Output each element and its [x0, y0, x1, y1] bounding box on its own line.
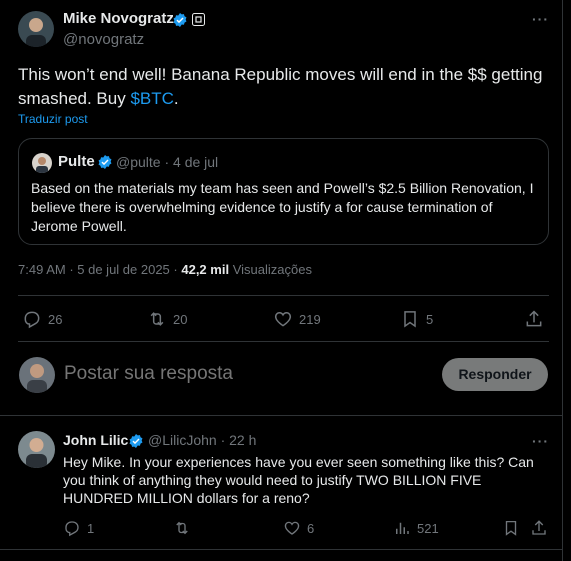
more-options-icon[interactable]: ··· — [532, 11, 549, 27]
comment-like-count: 6 — [307, 520, 315, 536]
translate-post-link[interactable]: Traduzir post — [18, 112, 88, 126]
quoted-author-name: Pulte — [58, 153, 95, 170]
repost-button[interactable]: 20 — [147, 309, 187, 329]
tweet-text-body: This won’t end well! Banana Republic mov… — [18, 65, 543, 108]
quoted-tweet-text: Based on the materials my team has seen … — [31, 180, 534, 234]
comment-like-button[interactable]: 6 — [283, 519, 314, 537]
comment-handle-time[interactable]: @LilicJohn · 22 h — [148, 432, 256, 448]
divider — [18, 341, 549, 342]
views-count: 42,2 mil — [181, 262, 230, 277]
comment-author-avatar[interactable] — [18, 431, 55, 468]
cashtag-link[interactable]: $BTC — [130, 89, 173, 108]
tweet-text-end: . — [173, 89, 179, 108]
divider — [0, 549, 563, 550]
divider — [0, 415, 563, 416]
reply-count: 26 — [48, 311, 63, 327]
share-button[interactable] — [524, 309, 544, 329]
tweet-time[interactable]: 7:49 AM — [18, 262, 66, 277]
affiliate-badge-icon — [192, 13, 205, 26]
reply-input[interactable] — [64, 363, 424, 385]
comment-author-name[interactable]: John Lilic — [63, 432, 128, 448]
like-button[interactable]: 219 — [273, 309, 321, 329]
quoted-handle-date: @pulte · 4 de jul — [116, 154, 219, 170]
comment-reply-count: 1 — [87, 520, 95, 536]
comment-views-count: 521 — [417, 520, 439, 536]
comment-more-options-icon[interactable]: ··· — [532, 433, 549, 449]
bookmark-icon — [505, 520, 517, 536]
like-count: 219 — [299, 311, 321, 327]
divider — [18, 295, 549, 296]
user-avatar[interactable] — [19, 357, 55, 393]
comment-text: Hey Mike. In your experiences have you e… — [63, 454, 534, 506]
verified-badge-icon — [98, 155, 112, 169]
comment-reply-button[interactable]: 1 — [63, 519, 94, 537]
bookmark-count: 5 — [426, 311, 434, 327]
quoted-author-avatar — [32, 153, 52, 173]
views-label: Visualizações — [232, 262, 312, 277]
views-chart-icon — [396, 522, 409, 534]
comment-bookmark-button[interactable] — [502, 519, 520, 537]
comment-repost-button[interactable] — [173, 519, 191, 537]
bookmark-icon — [404, 311, 416, 328]
share-icon — [526, 310, 542, 327]
comment-share-button[interactable] — [530, 519, 548, 537]
verified-badge-icon — [173, 13, 187, 27]
author-avatar[interactable] — [18, 11, 54, 47]
bookmark-button[interactable]: 5 — [400, 309, 433, 329]
author-handle[interactable]: @novogratz — [63, 31, 144, 48]
tweet-detail: Mike Novogratz @novogratz ··· This won’t… — [0, 0, 563, 561]
reply-icon — [65, 521, 79, 537]
author-name[interactable]: Mike Novogratz — [63, 10, 174, 27]
tweet-timestamp-views: 7:49 AM · 5 de jul de 2025 · 42,2 mil Vi… — [18, 262, 312, 277]
verified-badge-icon — [129, 434, 143, 448]
comment-views-button[interactable]: 521 — [393, 519, 439, 537]
reply-icon — [24, 311, 40, 329]
scrollbar[interactable] — [563, 0, 571, 561]
reply-submit-button[interactable]: Responder — [442, 358, 548, 391]
share-icon — [532, 520, 546, 535]
heart-icon — [284, 521, 300, 535]
tweet-text: This won’t end well! Banana Republic mov… — [18, 63, 548, 111]
quoted-tweet[interactable]: Pulte @pulte · 4 de jul Based on the mat… — [18, 138, 549, 245]
repost-icon — [150, 312, 164, 326]
reply-button[interactable]: 26 — [22, 309, 62, 329]
repost-icon — [176, 521, 188, 535]
tweet-date[interactable]: 5 de jul de 2025 — [77, 262, 170, 277]
repost-count: 20 — [173, 311, 188, 327]
heart-icon — [274, 311, 292, 327]
